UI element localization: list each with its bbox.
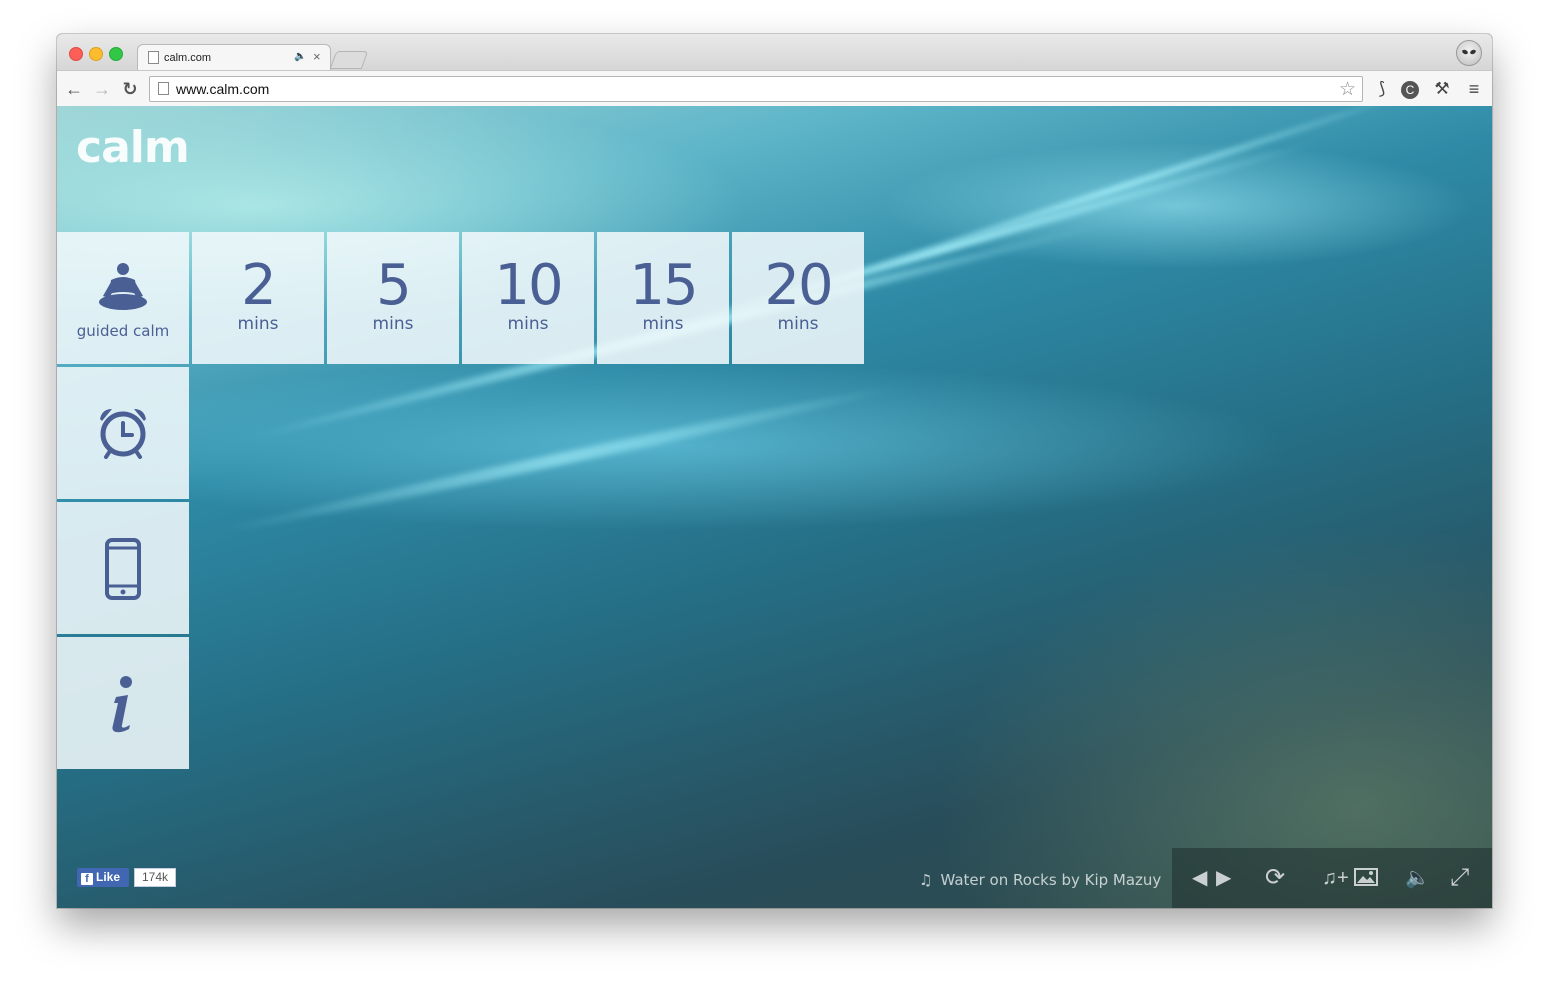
player-controls: ◀ ▶ ⟳ ♫+ 🔈 ⤢: [1172, 848, 1492, 908]
tab-bar: calm.com 🔈 ×: [57, 34, 1492, 71]
facebook-like-button[interactable]: f Like: [77, 868, 129, 887]
timer-unit: mins: [372, 314, 414, 334]
music-scene-button[interactable]: ♫+: [1322, 866, 1379, 890]
calm-logo[interactable]: calm: [76, 122, 190, 173]
timer-value: 20: [764, 253, 833, 318]
reload-button[interactable]: ↻: [119, 78, 141, 100]
alarm-clock-icon: [100, 409, 146, 459]
menu-icon[interactable]: ≡: [1463, 79, 1485, 100]
c-extension-icon[interactable]: C: [1401, 81, 1419, 99]
timer-unit: mins: [237, 314, 279, 334]
timer-2-tile[interactable]: 2 mins: [192, 232, 324, 364]
timer-value: 5: [376, 253, 412, 318]
timer-unit: mins: [642, 314, 684, 334]
forward-button[interactable]: →: [91, 78, 113, 100]
close-tab-button[interactable]: ×: [313, 49, 321, 64]
image-icon: [1354, 868, 1379, 886]
timer-value: 15: [629, 253, 698, 318]
zoom-window-button[interactable]: [109, 47, 123, 61]
close-window-button[interactable]: [69, 47, 83, 61]
leaf-icon[interactable]: ⟆: [1371, 79, 1393, 99]
browser-toolbar: ← → ↻ ☆ ⟆ C ⚒ ≡: [57, 70, 1492, 108]
guided-calm-label: guided calm: [76, 322, 170, 340]
page-icon: [158, 82, 169, 95]
timer-value: 2: [241, 253, 277, 318]
calm-page: calm guided calm 2 mins 5 mins 10 mins 1…: [57, 106, 1492, 908]
minimize-window-button[interactable]: [89, 47, 103, 61]
facebook-icon: f: [81, 873, 93, 885]
fullscreen-icon[interactable]: ⤢: [1450, 866, 1469, 890]
page-icon: [148, 51, 159, 64]
phone-icon: [105, 538, 141, 600]
timer-unit: mins: [777, 314, 819, 334]
timer-value: 10: [494, 253, 563, 318]
timer-unit: mins: [507, 314, 549, 334]
browser-window: calm.com 🔈 × ← → ↻ ☆ ⟆ C ⚒ ≡ calm: [57, 34, 1492, 908]
timer-5-tile[interactable]: 5 mins: [327, 232, 459, 364]
url-input[interactable]: [176, 80, 1326, 97]
now-playing: ♫ Water on Rocks by Kip Mazuy: [919, 871, 1161, 889]
timer-15-tile[interactable]: 15 mins: [597, 232, 729, 364]
timer-20-tile[interactable]: 20 mins: [732, 232, 864, 364]
tab-title: calm.com: [164, 52, 212, 64]
previous-scene-button[interactable]: ◀: [1192, 866, 1207, 890]
info-tile[interactable]: [57, 637, 189, 769]
volume-icon[interactable]: 🔈: [1405, 866, 1430, 890]
timer-10-tile[interactable]: 10 mins: [462, 232, 594, 364]
back-button[interactable]: ←: [63, 78, 85, 100]
wrench-icon[interactable]: ⚒: [1431, 79, 1453, 99]
bookmark-star-icon[interactable]: ☆: [1339, 78, 1356, 101]
repeat-icon[interactable]: ⟳: [1265, 866, 1285, 890]
tab-calm[interactable]: calm.com 🔈 ×: [137, 44, 331, 71]
like-label: Like: [96, 870, 121, 884]
alarm-tile[interactable]: [57, 367, 189, 499]
address-bar[interactable]: ☆: [149, 76, 1363, 102]
music-note-icon: ♫: [919, 871, 933, 889]
meditation-icon: [99, 263, 147, 310]
info-icon: [112, 676, 132, 733]
track-title[interactable]: Water on Rocks by Kip Mazuy: [940, 871, 1161, 889]
like-count: 174k: [134, 868, 176, 887]
guided-calm-tile[interactable]: guided calm: [57, 232, 189, 364]
mobile-app-tile[interactable]: [57, 502, 189, 634]
profile-avatar-icon[interactable]: [1456, 40, 1482, 66]
speaker-icon[interactable]: 🔈: [294, 51, 306, 62]
background-streak: [215, 380, 903, 538]
next-scene-button[interactable]: ▶: [1216, 866, 1231, 890]
new-tab-button[interactable]: [329, 51, 369, 69]
music-plus-label: ♫+: [1322, 867, 1349, 889]
